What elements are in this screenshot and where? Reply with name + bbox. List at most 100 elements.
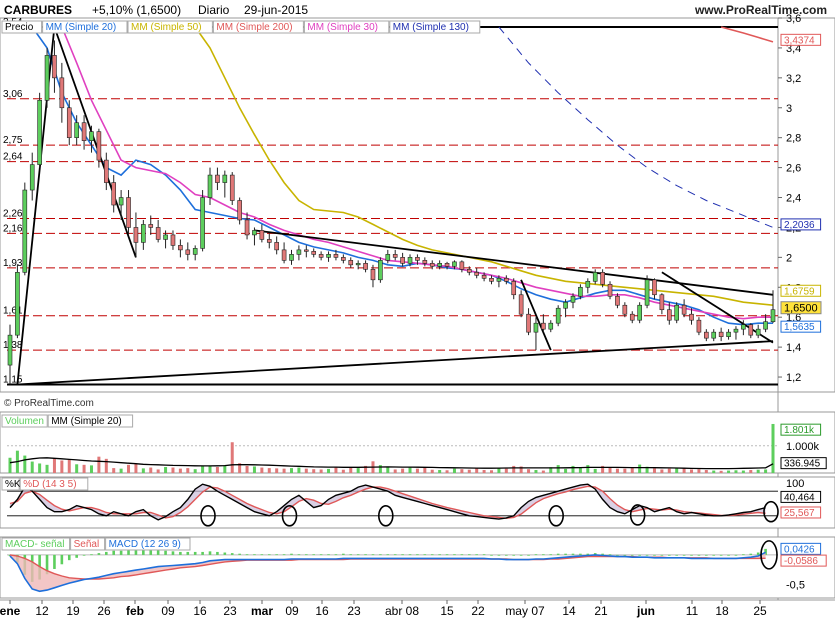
macd-histogram-bar	[82, 554, 86, 556]
candle	[422, 260, 428, 264]
volume-bar	[201, 465, 205, 473]
candle	[155, 227, 161, 240]
macd-histogram-bar	[727, 554, 730, 556]
price-tick-label: 1,4	[786, 342, 801, 354]
candle	[585, 280, 591, 288]
candle	[504, 278, 509, 282]
macd-histogram-bar	[112, 550, 116, 555]
macd-histogram-bar	[305, 554, 308, 556]
sma130-value-badge: 2,2036	[784, 220, 815, 231]
candle	[318, 254, 324, 258]
candle	[459, 261, 465, 270]
volume-bar	[571, 465, 575, 473]
level-label: 2,16	[3, 223, 23, 234]
candle	[563, 301, 568, 309]
macd-histogram-bar	[556, 553, 560, 555]
volume-bar	[527, 469, 531, 473]
volume-bar	[215, 467, 219, 473]
candle	[726, 331, 731, 337]
candle	[541, 322, 546, 330]
macd-histogram-bar	[497, 554, 501, 556]
candle	[52, 55, 57, 79]
macd-histogram-bar	[216, 551, 219, 555]
macd-histogram-bar	[527, 554, 530, 556]
macd-histogram-bar	[364, 554, 367, 556]
macd-histogram-bar	[179, 551, 182, 555]
macd-histogram-bar	[208, 551, 212, 555]
x-tick-label: 22	[471, 604, 485, 618]
volume-tick-label: 1.000k	[786, 441, 820, 453]
candle	[718, 331, 724, 337]
macd-histogram-bar	[505, 554, 508, 556]
macd-histogram-bar	[579, 553, 582, 555]
x-tick-label: 14	[562, 604, 576, 618]
candle	[689, 313, 694, 321]
volume-bar	[393, 469, 397, 473]
level-label: 2,26	[3, 208, 23, 219]
macd-histogram-bar	[149, 550, 153, 555]
candle	[311, 251, 317, 255]
volume-bar	[149, 467, 153, 473]
level-label: 2,75	[3, 135, 23, 146]
candle	[741, 324, 746, 330]
x-tick-label: 11	[686, 604, 699, 618]
macd-histogram-bar	[193, 551, 197, 555]
volume-bar	[45, 464, 49, 473]
macd-histogram-bar	[186, 551, 190, 555]
site-label: www.ProRealTime.com	[694, 3, 827, 17]
candle	[600, 272, 605, 285]
macd-histogram-bar	[356, 554, 360, 556]
volume-bar	[193, 469, 197, 473]
candle	[222, 174, 228, 183]
macd-histogram-bar	[697, 554, 701, 556]
candle	[704, 331, 709, 339]
macd-histogram-bar	[282, 554, 286, 556]
macd-histogram-bar	[549, 554, 553, 556]
legend-item: MM (Simple 20)	[46, 22, 117, 33]
volume-bar	[75, 464, 79, 473]
macd-histogram-bar	[379, 554, 382, 556]
volume-bar	[356, 468, 360, 473]
candle	[429, 263, 435, 267]
candle	[592, 272, 598, 282]
candle	[496, 278, 502, 282]
macd-histogram-bar	[349, 554, 353, 556]
legend-item: MM (Simple 20)	[51, 416, 122, 427]
macd-histogram-bar	[749, 553, 753, 555]
candle	[637, 304, 642, 321]
candle	[252, 230, 257, 236]
macd-histogram-bar	[616, 554, 619, 556]
macd-histogram-bar	[319, 554, 323, 556]
volume-bar	[156, 469, 160, 473]
volume-bar	[378, 465, 382, 473]
macd-histogram-bar	[734, 554, 738, 556]
macd-histogram-bar	[371, 554, 375, 556]
legend-item: Volumen	[5, 416, 44, 427]
volume-bar	[697, 469, 701, 473]
volume-bar	[319, 469, 323, 473]
volume-bar	[312, 469, 316, 473]
volume-bar	[223, 465, 227, 473]
volume-bar	[134, 463, 138, 473]
volume-bar	[208, 466, 212, 473]
volume-bar	[704, 470, 708, 473]
level-label: 1,38	[3, 340, 23, 351]
symbol-label: CARBURES	[4, 3, 73, 17]
volume-bar	[430, 469, 434, 473]
volume-bar	[282, 468, 286, 473]
x-tick-label: 16	[315, 604, 329, 618]
candle	[763, 321, 768, 330]
macd-histogram-bar	[53, 554, 56, 569]
candle	[481, 275, 487, 279]
volume-bar	[512, 465, 516, 473]
date-label: 29-jun-2015	[244, 3, 309, 17]
macd-histogram-bar	[608, 554, 612, 556]
candle	[615, 295, 620, 306]
macd-value-badge: 0,0426	[784, 544, 815, 555]
candle	[355, 263, 361, 266]
candle	[526, 313, 531, 333]
volume-bar	[164, 467, 168, 473]
chart-canvas[interactable]: 3,63,43,232,82,62,42,221,81,61,41,23,543…	[0, 0, 835, 620]
macd-histogram-bar	[171, 551, 175, 555]
macd-histogram-bar	[564, 553, 567, 555]
